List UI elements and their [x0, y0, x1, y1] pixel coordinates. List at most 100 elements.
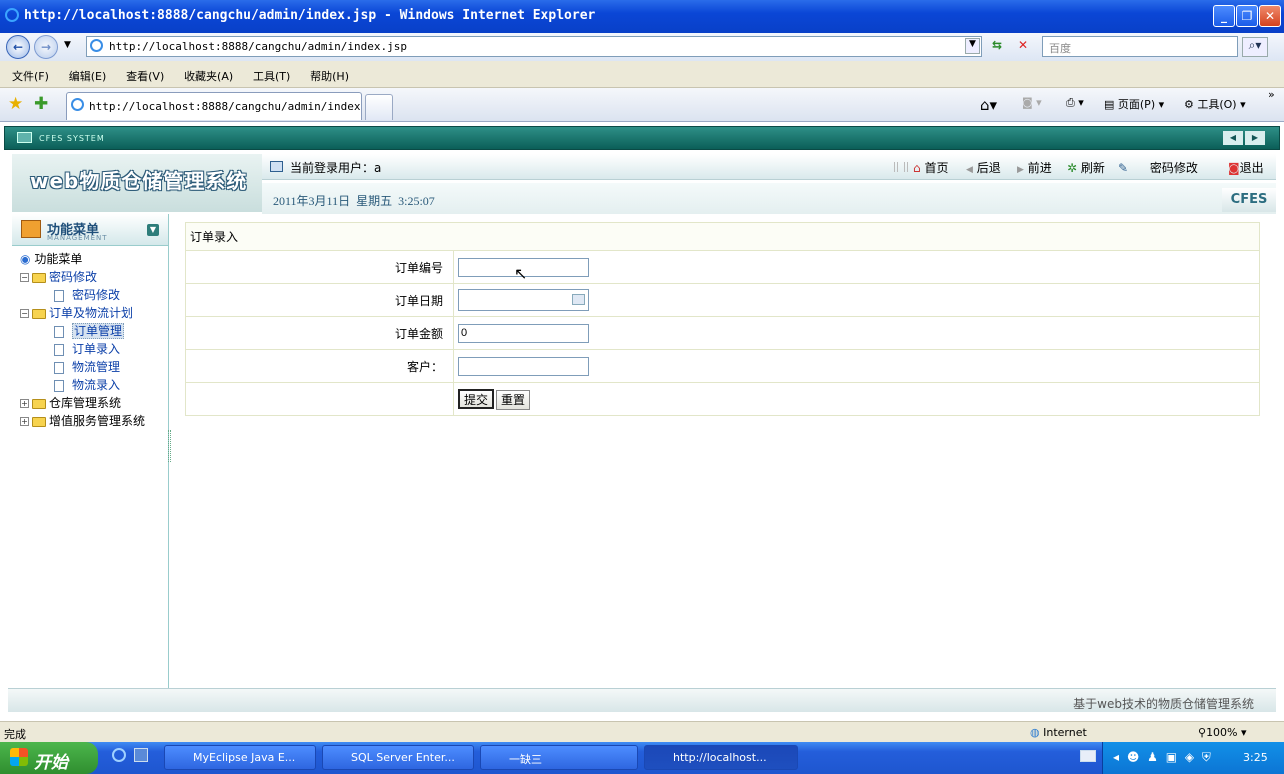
maximize-button[interactable]: ❐	[1236, 5, 1258, 27]
close-button[interactable]: ✕	[1259, 5, 1281, 27]
print-icon[interactable]: ⎙ ▾	[1066, 96, 1084, 110]
search-input[interactable]: 百度	[1042, 36, 1238, 57]
tray-icons[interactable]: ◂ ☻ ♟ ▣ ◈ ⛨	[1113, 750, 1213, 765]
task-sql-server[interactable]: SQL Server Enter...	[322, 745, 474, 770]
forward-arrow-icon[interactable]: →	[34, 35, 58, 59]
home-icon[interactable]: ⌂▾	[980, 96, 997, 114]
tree-item-label: 订单管理	[72, 323, 125, 339]
submit-button[interactable]: 提交	[458, 388, 495, 409]
feeds-icon[interactable]: ◙ ▾	[1022, 96, 1042, 109]
nav-divider	[894, 162, 908, 172]
tree-root[interactable]: ◉ 功能菜单	[20, 250, 82, 267]
form-title: 订单录入	[185, 222, 1260, 251]
address-input[interactable]: http://localhost:8888/cangchu/admin/inde…	[86, 36, 982, 57]
collapse-minus-icon[interactable]: −	[20, 309, 29, 318]
tree-group-value-added[interactable]: + 增值服务管理系统	[20, 412, 145, 429]
expand-plus-icon[interactable]: +	[20, 417, 29, 426]
ie-logo-icon	[5, 8, 19, 22]
scroll-left-icon[interactable]: ◀	[1223, 131, 1243, 145]
quicklaunch-icon[interactable]	[134, 748, 148, 762]
favorites-star-icon[interactable]: ★	[8, 94, 23, 114]
collapse-minus-icon[interactable]: −	[20, 273, 29, 282]
nav-refresh[interactable]: ✲ 刷新	[1067, 159, 1105, 176]
security-zone: ◍ Internet	[1030, 726, 1087, 739]
ie-quicklaunch-icon[interactable]	[112, 748, 126, 762]
clock: 3:25	[1243, 751, 1268, 764]
tree-group-label: 增值服务管理系统	[49, 414, 146, 428]
nav-change-password[interactable]: ✎ 密码修改	[1118, 159, 1198, 176]
tools-menu[interactable]: ⚙ 工具(O) ▾	[1184, 96, 1246, 112]
zoom-control[interactable]: ⚲100% ▾	[1198, 726, 1247, 739]
amount-cell	[453, 316, 1260, 350]
nav-back[interactable]: ◀ 后退	[966, 159, 1001, 176]
page-menu[interactable]: ▤ 页面(P) ▾	[1104, 96, 1164, 112]
window-title-bar[interactable]: http://localhost:8888/cangchu/admin/inde…	[0, 0, 1284, 33]
tree-item-logistics-entry[interactable]: 物流录入	[54, 376, 120, 393]
refresh-icon[interactable]: ⇆	[988, 38, 1006, 56]
tree-item-order-entry[interactable]: 订单录入	[54, 340, 120, 357]
tree-item-change-password[interactable]: 密码修改	[54, 286, 120, 303]
menu-file[interactable]: 文件(F)	[12, 68, 49, 84]
scroll-right-icon[interactable]: ▶	[1245, 131, 1265, 145]
tools-menu-label: 工具(O)	[1197, 98, 1237, 111]
stop-icon[interactable]: ✕	[1014, 38, 1032, 56]
new-tab-button[interactable]	[365, 94, 393, 120]
minimize-button[interactable]: _	[1213, 5, 1235, 27]
menu-view[interactable]: 查看(V)	[126, 68, 164, 84]
expand-plus-icon[interactable]: +	[20, 399, 29, 408]
chevron-more-icon[interactable]: »	[1268, 88, 1275, 101]
task-folder[interactable]: 一缺三	[480, 745, 638, 770]
tree-item-label: 订单录入	[72, 342, 121, 356]
monitor-icon	[17, 132, 32, 143]
nav-forward[interactable]: ▶ 前进	[1017, 159, 1052, 176]
reset-button[interactable]: 重置	[496, 389, 531, 410]
browser-tab-active[interactable]: http://localhost:8888/cangchu/admin/inde…	[66, 92, 362, 120]
amount-input[interactable]	[458, 323, 589, 343]
tree-group-orders[interactable]: − 订单及物流计划	[20, 304, 133, 321]
nav-logout-label: 退出	[1239, 161, 1264, 175]
sidebar-subtitle: MANAGEMENT	[47, 234, 108, 242]
document-icon	[54, 361, 64, 374]
database-icon: ◉	[20, 252, 31, 266]
calendar-icon[interactable]	[572, 294, 585, 305]
page-icon	[90, 39, 103, 52]
keyboard-icon[interactable]	[1080, 750, 1096, 762]
nav-forward-label: 前进	[1027, 161, 1052, 175]
actions-cell: 提交 重置	[453, 382, 1260, 416]
user-icon	[270, 161, 283, 172]
order-date-input[interactable]	[458, 289, 589, 311]
customer-input[interactable]	[458, 356, 589, 376]
tree-item-label: 密码修改	[72, 288, 121, 302]
tree-item-order-management[interactable]: 订单管理	[54, 322, 125, 339]
task-ie[interactable]: http://localhost...	[644, 745, 798, 770]
collapse-icon[interactable]: ▼	[147, 224, 159, 236]
address-dropdown-icon[interactable]: ▼	[965, 38, 980, 54]
tree-root-label: 功能菜单	[34, 252, 83, 266]
order-no-cell	[453, 250, 1260, 284]
nav-home[interactable]: ⌂ 首页	[913, 159, 948, 176]
app-footer: 基于web技术的物质仓储管理系统	[8, 688, 1276, 712]
nav-logout[interactable]: ◙退出	[1228, 159, 1264, 176]
nav-home-label: 首页	[924, 161, 949, 175]
tree-item-logistics-management[interactable]: 物流管理	[54, 358, 120, 375]
menu-favorites[interactable]: 收藏夹(A)	[184, 68, 233, 84]
system-tray: ◂ ☻ ♟ ▣ ◈ ⛨ 3:25	[1102, 742, 1284, 774]
tree-group-warehouse[interactable]: + 仓库管理系统	[20, 394, 121, 411]
tree-item-label: 物流管理	[72, 360, 121, 374]
home-icon: ⌂	[913, 161, 921, 175]
menu-help[interactable]: 帮助(H)	[310, 68, 349, 84]
add-favorites-icon[interactable]: ✚	[34, 94, 48, 114]
sidebar-header: 功能菜单 MANAGEMENT ▼	[12, 214, 168, 246]
menu-tools[interactable]: 工具(T)	[253, 68, 290, 84]
tree-group-label: 仓库管理系统	[49, 396, 122, 410]
menu-edit[interactable]: 编辑(E)	[69, 68, 107, 84]
globe-icon: ◍	[1030, 726, 1040, 739]
search-icon[interactable]: ⌕▾	[1242, 37, 1268, 57]
zoom-icon: ⚲	[1198, 726, 1207, 739]
back-arrow-icon[interactable]: ←	[6, 35, 30, 59]
start-label: 开始	[34, 753, 68, 773]
tree-group-password[interactable]: − 密码修改	[20, 268, 97, 285]
task-myeclipse[interactable]: MyEclipse Java E...	[164, 745, 316, 770]
history-dropdown-icon[interactable]: ▼	[64, 40, 71, 50]
logout-icon: ◙	[1228, 161, 1240, 175]
